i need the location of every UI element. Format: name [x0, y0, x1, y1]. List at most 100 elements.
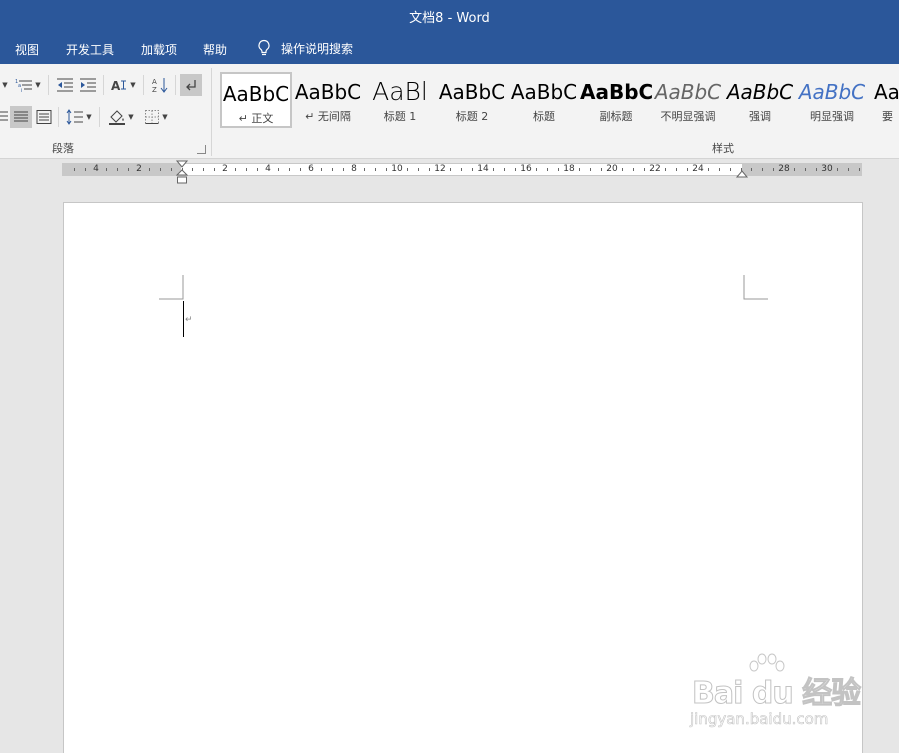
style-subtitle[interactable]: AaBbC 副标题: [580, 72, 652, 128]
ruler-tick: [300, 168, 301, 171]
ruler-tick: [579, 168, 580, 171]
align-right-icon: [0, 111, 8, 121]
ruler-tick: [203, 168, 204, 171]
tab-developer[interactable]: 开发工具: [66, 41, 114, 58]
ribbon-separator: [143, 75, 144, 95]
style-name: 不明显强调: [660, 110, 716, 123]
ruler-tick: [332, 168, 333, 171]
ruler-tick: [816, 168, 817, 171]
tell-me-label: 操作说明搜索: [281, 41, 354, 56]
align-right-button[interactable]: [0, 106, 8, 128]
chevron-down-icon: ▼: [2, 81, 8, 89]
ribbon-separator: [58, 107, 59, 127]
ruler-tick: [375, 168, 376, 171]
ruler-number: 4: [265, 164, 271, 174]
paragraph-group: ▼ 1 a i ▼ A ▼ A Z ▼ ▼ ▼ 段落: [0, 64, 210, 159]
style-emphasis[interactable]: AaBbC 强调: [724, 72, 796, 128]
first-line-indent-marker-icon[interactable]: [176, 160, 188, 184]
style-subtle-emphasis[interactable]: AaBbC 不明显强调: [652, 72, 724, 128]
justify-icon: [14, 111, 28, 122]
decrease-indent-button[interactable]: [54, 74, 76, 96]
ribbon-separator: [103, 75, 104, 95]
ribbon-separator: [99, 107, 100, 127]
borders-button[interactable]: ▼: [140, 106, 172, 128]
bullets-dropdown-arrow[interactable]: ▼: [0, 74, 8, 96]
ruler-tick: [773, 168, 774, 171]
crop-mark-top-left: [159, 275, 184, 300]
style-strong[interactable]: Aa 要: [868, 72, 899, 128]
sort-button[interactable]: AZ: [149, 74, 171, 96]
lightbulb-icon: [258, 39, 270, 56]
ruler-tick: [665, 168, 666, 171]
chevron-down-icon: ▼: [35, 81, 41, 89]
ribbon-home: ▼ 1 a i ▼ A ▼ A Z ▼ ▼ ▼ 段落 AaBbC ↵ 正文 Aa…: [0, 64, 899, 159]
style-heading-1[interactable]: AaBl 标题 1: [364, 72, 436, 128]
ruler-number: 6: [308, 164, 314, 174]
ruler-tick: [235, 168, 236, 171]
style-name: 副标题: [599, 110, 633, 123]
tell-me-search[interactable]: 操作说明搜索: [256, 39, 353, 57]
crop-mark-top-right: [743, 275, 768, 300]
style-intense-emphasis[interactable]: AaBbC 明显强调: [796, 72, 868, 128]
increase-indent-button[interactable]: [77, 74, 99, 96]
line-spacing-button[interactable]: ▼: [63, 106, 95, 128]
distributed-button[interactable]: [33, 106, 55, 128]
watermark-brand: Bai du 经验: [691, 676, 861, 712]
justify-button[interactable]: [10, 106, 32, 128]
ruler-right-margin: [742, 164, 862, 175]
ruler-number: 20: [606, 164, 618, 174]
tab-help[interactable]: 帮助: [203, 41, 227, 58]
style-no-spacing[interactable]: AaBbC ↵ 无间隔: [292, 72, 364, 128]
ruler-number: 4: [93, 164, 99, 174]
ruler-tick: [117, 168, 118, 171]
group-separator: [211, 68, 212, 156]
ruler-tick: [386, 168, 387, 171]
ruler-tick: [128, 168, 129, 171]
style-sample: AaBbC: [294, 80, 362, 104]
style-sample: AaBbC: [510, 80, 578, 104]
ruler-tick: [74, 168, 75, 171]
ruler-tick: [622, 168, 623, 171]
paragraph-dialog-launcher-icon[interactable]: [197, 145, 206, 154]
tab-view[interactable]: 视图: [15, 41, 39, 58]
ruler-tick: [515, 168, 516, 171]
style-name: 明显强调: [810, 110, 854, 123]
watermark-url: jingyan.baidu.com: [690, 710, 829, 729]
ruler-tick: [547, 168, 548, 171]
ruler-tick: [106, 168, 107, 171]
style-title[interactable]: AaBbC 标题: [508, 72, 580, 128]
style-name: 要: [882, 110, 893, 123]
ruler-number: 30: [821, 164, 833, 174]
ruler-left-margin: [62, 164, 181, 175]
ruler-tick: [633, 168, 634, 171]
show-hide-marks-button[interactable]: [180, 74, 202, 96]
style-name: 标题 1: [383, 110, 417, 123]
style-heading-2[interactable]: AaBbC 标题 2: [436, 72, 508, 128]
ruler-tick: [493, 168, 494, 171]
ruler-tick: [676, 168, 677, 171]
style-name: 强调: [749, 110, 771, 123]
style-sample: Aa: [874, 80, 899, 104]
ruler-tick: [644, 168, 645, 171]
chevron-down-icon: ▼: [162, 113, 168, 121]
tab-addins[interactable]: 加载项: [141, 41, 177, 58]
word-window: 文档8 - Word 视图 开发工具 加载项 帮助 操作说明搜索 ▼ 1 a i: [0, 0, 899, 753]
svg-text:i: i: [21, 88, 22, 92]
style-normal[interactable]: AaBbC ↵ 正文: [220, 72, 292, 128]
ruler-number: 2: [222, 164, 228, 174]
paragraph-mark: ↵: [185, 315, 193, 325]
ruler-number: 24: [692, 164, 704, 174]
window-title: 文档8 - Word: [409, 11, 490, 26]
style-sample: AaBl: [372, 79, 428, 105]
style-sample: AaBbC: [798, 80, 866, 104]
right-indent-marker-icon[interactable]: [736, 169, 748, 179]
chevron-down-icon: ▼: [130, 81, 136, 89]
multilevel-list-button[interactable]: 1 a i ▼: [13, 74, 43, 96]
horizontal-ruler[interactable]: 4 2 2 4 6 8 10 12 14 16 18 20 22 24 28 30: [0, 160, 899, 184]
style-name: 标题 2: [455, 110, 489, 123]
shading-button[interactable]: ▼: [105, 106, 137, 128]
baidu-jingyan-watermark: Bai du 经验 jingyan.baidu.com: [688, 652, 862, 732]
chinese-layout-button[interactable]: A ▼: [108, 74, 138, 96]
ruler-tick: [160, 168, 161, 171]
ruler-tick: [171, 168, 172, 171]
